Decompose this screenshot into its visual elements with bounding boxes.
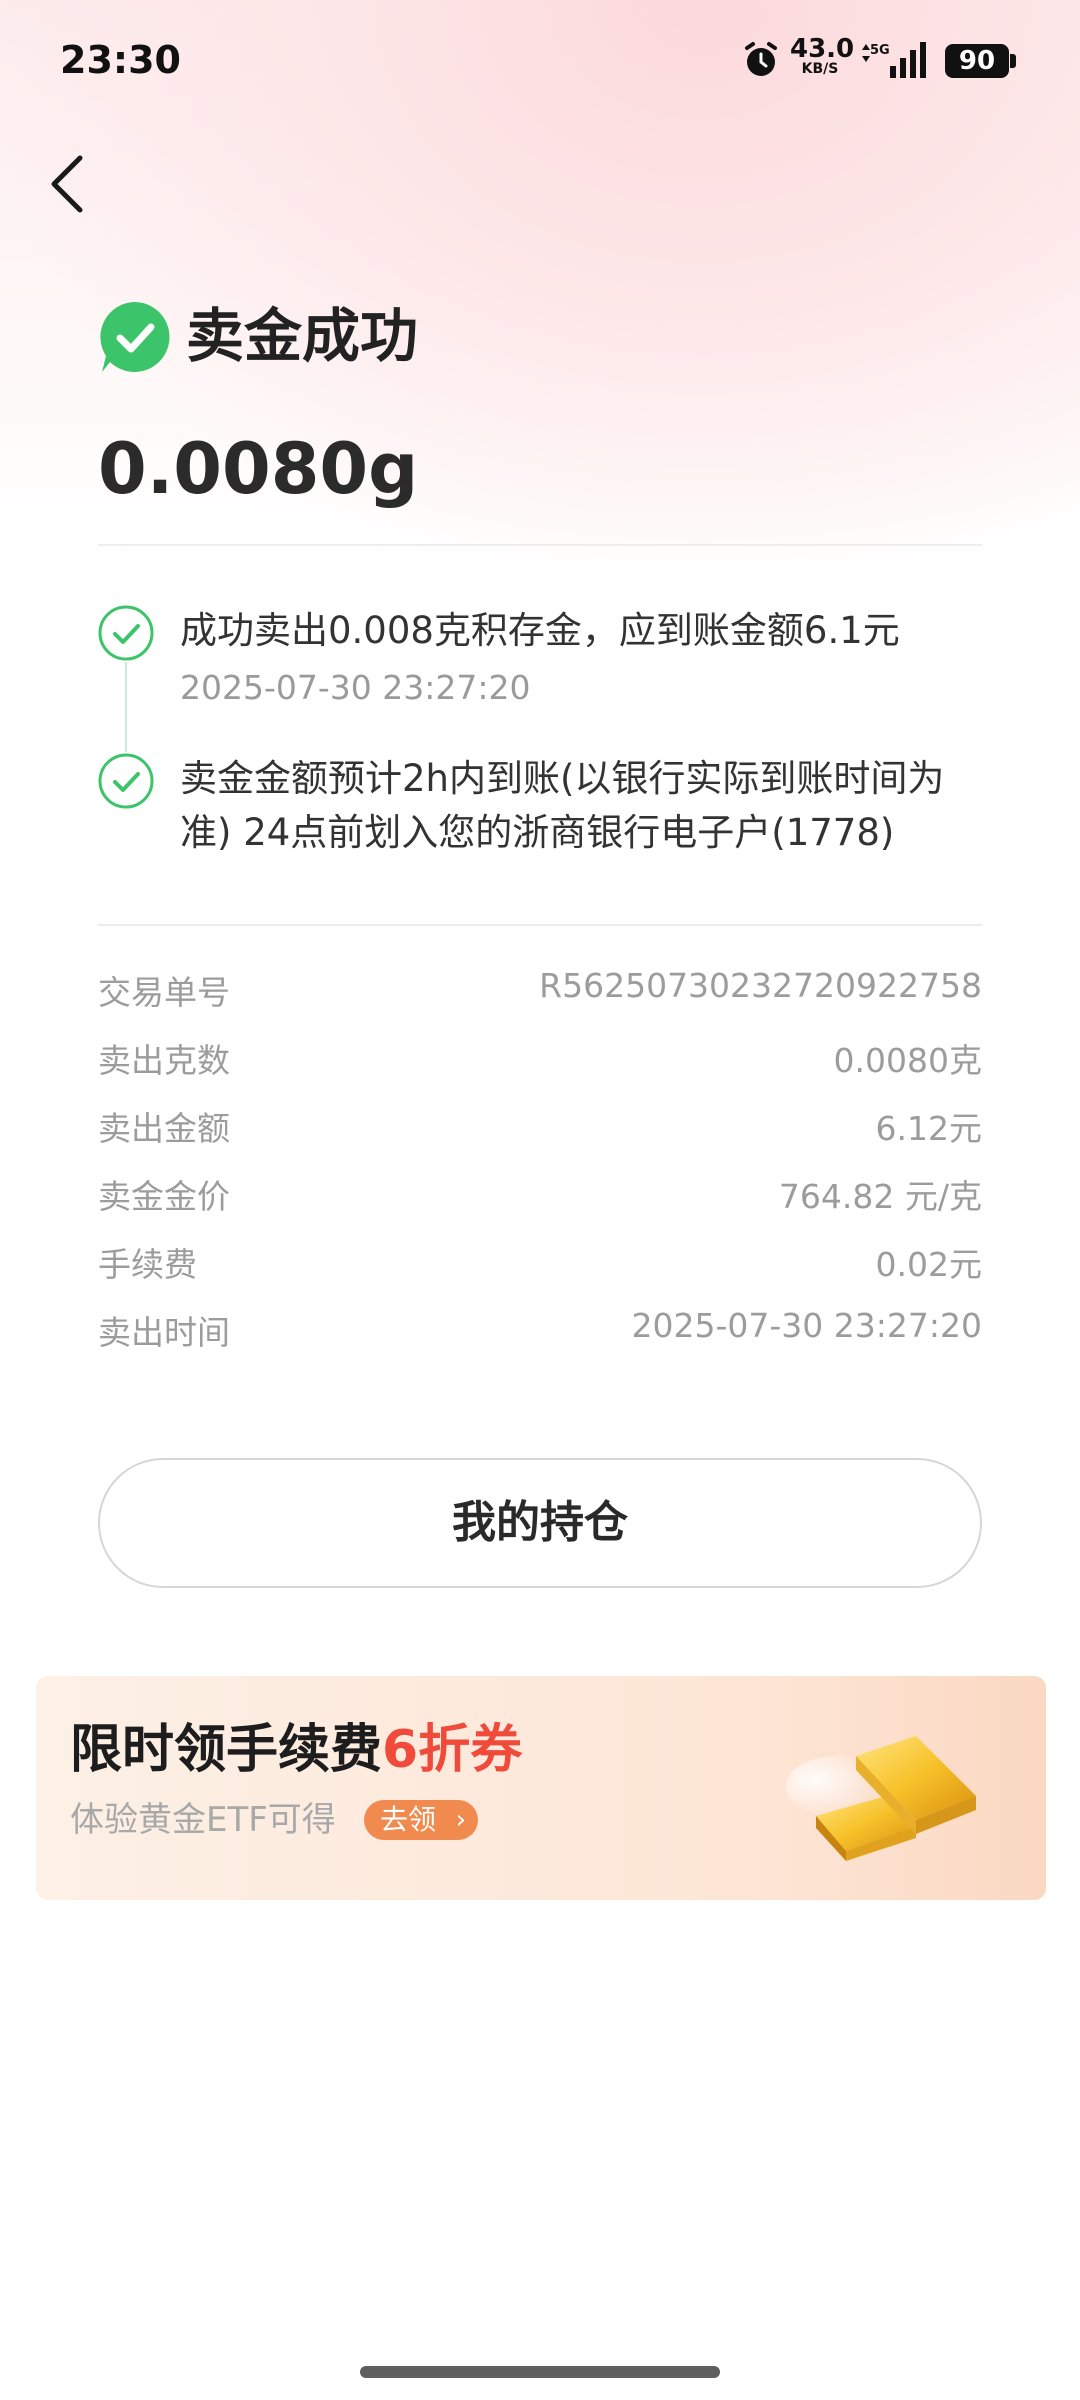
detail-label: 卖出克数 <box>98 1041 230 1080</box>
status-bar: 23:30 43.0 KB/S 5G 90 <box>0 0 1080 120</box>
detail-row-order-id: 交易单号 R56250730232720922758 <box>98 966 982 1016</box>
success-check-icon <box>100 302 170 372</box>
divider <box>98 924 982 926</box>
detail-label: 卖出金额 <box>98 1109 230 1148</box>
detail-label: 手续费 <box>98 1245 197 1284</box>
detail-value: 0.0080克 <box>833 1041 982 1080</box>
divider <box>98 544 982 546</box>
step-check-icon <box>98 605 154 661</box>
detail-value: 0.02元 <box>875 1245 982 1284</box>
claim-button[interactable]: 去领 › <box>364 1800 478 1840</box>
gold-bar-icon <box>786 1736 976 1861</box>
detail-row-grams: 卖出克数 0.0080克 <box>98 1034 982 1084</box>
battery-tip <box>1010 54 1016 68</box>
my-holdings-button[interactable]: 我的持仓 <box>98 1458 982 1588</box>
detail-row-fee: 手续费 0.02元 <box>98 1238 982 1288</box>
detail-row-time: 卖出时间 2025-07-30 23:27:20 <box>98 1306 982 1356</box>
detail-label: 卖出时间 <box>98 1313 230 1352</box>
detail-value: 2025-07-30 23:27:20 <box>631 1306 982 1345</box>
signal-5g-icon: 5G <box>862 42 926 78</box>
detail-value: 6.12元 <box>875 1109 982 1148</box>
svg-text:5G: 5G <box>870 43 890 58</box>
banner-title: 限时领手续费6折券 <box>70 1720 523 1780</box>
alarm-icon <box>745 42 777 76</box>
detail-label: 卖金金价 <box>98 1177 230 1216</box>
detail-row-price: 卖金金价 764.82 元/克 <box>98 1170 982 1220</box>
detail-value: 764.82 元/克 <box>778 1177 982 1216</box>
step-check-icon <box>98 753 154 809</box>
detail-row-amount: 卖出金额 6.12元 <box>98 1102 982 1152</box>
step-1-time: 2025-07-30 23:27:20 <box>180 668 531 707</box>
home-indicator[interactable] <box>360 2366 720 2378</box>
chevron-right-icon: › <box>455 1805 466 1835</box>
detail-label: 交易单号 <box>98 973 230 1012</box>
battery-indicator: 90 <box>945 44 1009 78</box>
page-title: 卖金成功 <box>186 302 419 370</box>
detail-value: R56250730232720922758 <box>539 966 982 1005</box>
network-speed: 43.0 KB/S <box>790 34 855 77</box>
step-1-text: 成功卖出0.008克积存金，应到账金额6.1元 <box>180 609 900 652</box>
banner-subtitle: 体验黄金ETF可得 <box>70 1800 336 1840</box>
fee-coupon-banner[interactable]: 限时领手续费6折券 体验黄金ETF可得 去领 › <box>36 1676 1046 1900</box>
status-time: 23:30 <box>60 38 181 82</box>
step-2-text: 卖金金额预计2h内到账(以银行实际到账时间为准) 24点前划入您的浙商银行电子户… <box>180 757 945 854</box>
sold-amount: 0.0080g <box>98 428 419 510</box>
back-chevron-icon[interactable] <box>44 152 90 216</box>
banner-highlight: 6折券 <box>382 1720 523 1780</box>
step-connector <box>125 662 127 752</box>
